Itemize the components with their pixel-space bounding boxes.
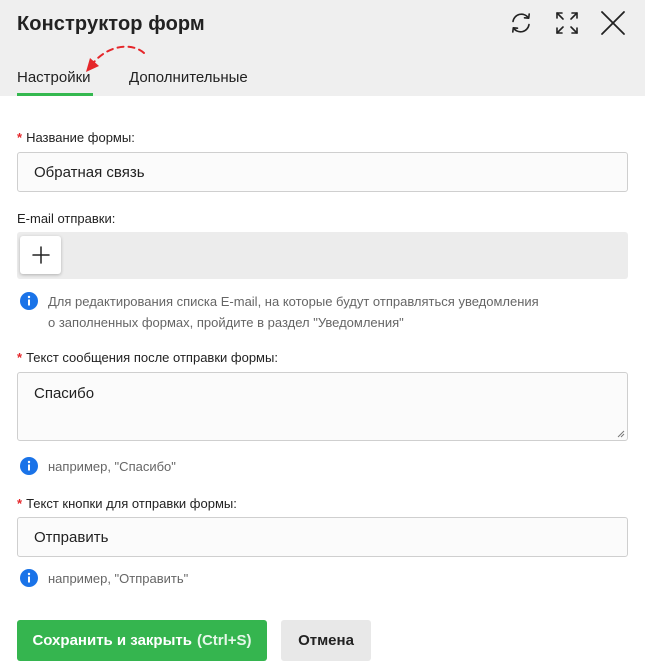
expand-icon[interactable] [553,9,581,37]
success-message-label: * Текст сообщения после отправки формы: [17,350,278,365]
success-message-hint-text: например, "Спасибо" [48,459,176,474]
info-icon [20,457,38,475]
dialog-header: Конструктор форм Настройки Дополнительны… [0,0,645,96]
email-list [17,232,628,279]
resize-grip-icon[interactable] [617,430,625,438]
email-hint-line1: Для редактирования списка E-mail, на кот… [48,294,539,309]
plus-icon [31,246,50,264]
info-icon [20,292,38,310]
form-name-input[interactable]: Обратная связь [17,152,628,192]
dialog-title: Конструктор форм [17,13,205,35]
tab-additional[interactable]: Дополнительные [129,69,248,86]
save-and-close-button[interactable]: Сохранить и закрыть (Ctrl+S) [17,620,267,661]
submit-text-label: * Текст кнопки для отправки формы: [17,496,237,511]
submit-text-input[interactable]: Отправить [17,517,628,557]
success-message-label-text: Текст сообщения после отправки формы: [26,350,278,365]
save-label: Сохранить и закрыть [32,632,192,649]
email-hint: Для редактирования списка E-mail, на кот… [20,291,539,333]
submit-text-label-text: Текст кнопки для отправки формы: [26,496,237,511]
form-name-label-text: Название формы: [26,130,135,145]
tab-settings[interactable]: Настройки [17,69,91,86]
submit-text-hint: например, "Отправить" [20,568,188,589]
active-tab-indicator [17,93,93,96]
success-message-textarea[interactable]: Спасибо [17,372,628,441]
cancel-button[interactable]: Отмена [281,620,371,661]
email-hint-line2: о заполненных формах, пройдите в раздел … [48,315,404,330]
form-name-label: * Название формы: [17,130,135,145]
success-message-value: Спасибо [34,385,95,402]
submit-text-hint-text: например, "Отправить" [48,571,189,586]
add-email-button[interactable] [20,236,61,274]
required-mark: * [17,130,23,145]
success-message-hint: например, "Спасибо" [20,456,176,477]
info-icon [20,569,38,587]
required-mark: * [17,496,23,511]
required-mark: * [17,350,23,365]
refresh-icon[interactable] [507,9,535,37]
close-icon[interactable] [599,9,627,37]
email-label: E-mail отправки: [17,211,116,226]
save-shortcut: (Ctrl+S) [196,632,252,649]
